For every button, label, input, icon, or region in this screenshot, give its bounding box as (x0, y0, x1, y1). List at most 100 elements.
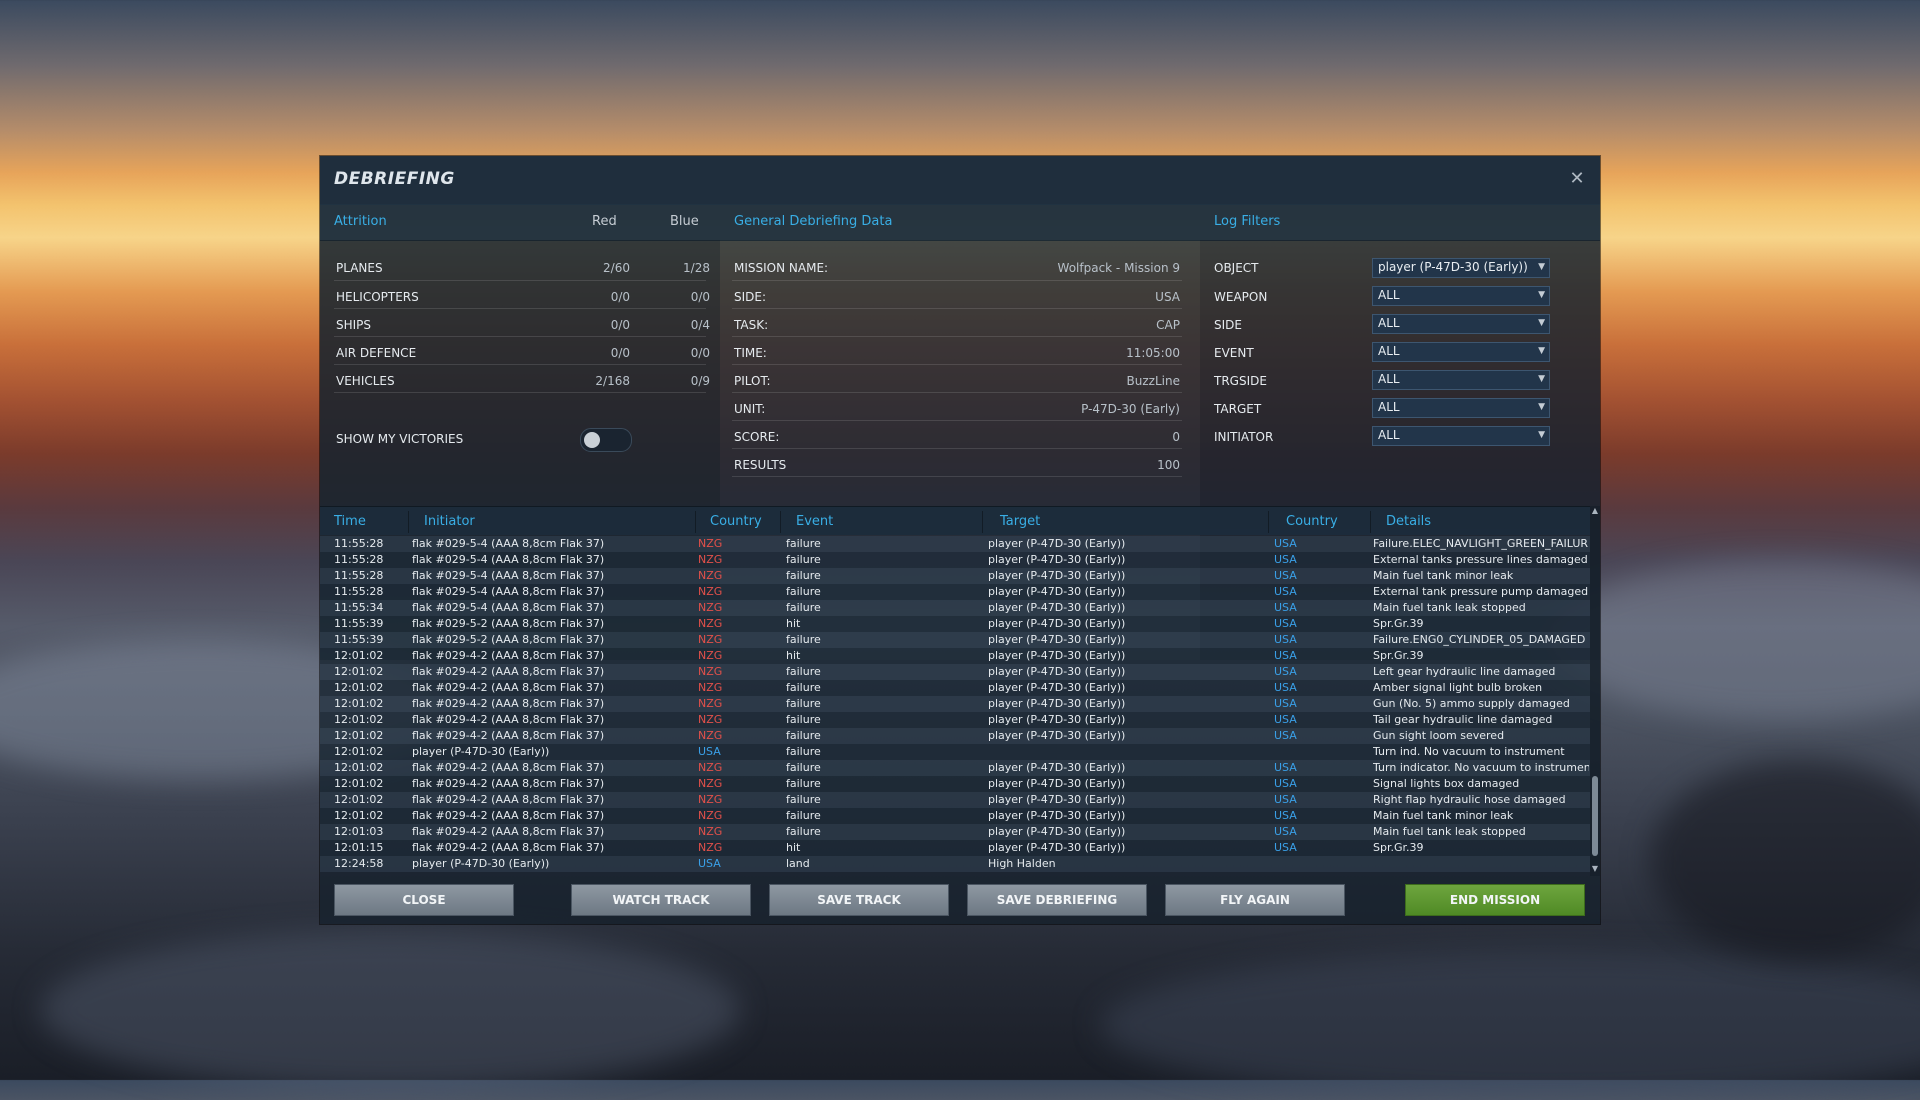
attrition-blue-value: 0/4 (690, 318, 710, 332)
column-header-country[interactable]: Country (710, 514, 762, 529)
filter-target-select[interactable]: ALL ▼ (1372, 398, 1550, 418)
cell-target-country: USA (1274, 841, 1297, 854)
cell-target: player (P-47D-30 (Early)) (988, 537, 1126, 550)
general-title: General Debriefing Data (734, 214, 893, 229)
cell-details: Signal lights box damaged (1373, 777, 1520, 790)
table-row[interactable]: 12:01:02 flak #029-4-2 (AAA 8,8cm Flak 3… (320, 712, 1590, 728)
table-row[interactable]: 11:55:34 flak #029-5-4 (AAA 8,8cm Flak 3… (320, 600, 1590, 616)
cell-target: player (P-47D-30 (Early)) (988, 729, 1126, 742)
cell-country: NZG (698, 681, 723, 694)
cell-target: player (P-47D-30 (Early)) (988, 633, 1126, 646)
column-header-time[interactable]: Time (334, 514, 366, 529)
filter-weapon-select[interactable]: ALL ▼ (1372, 286, 1550, 306)
cell-initiator: flak #029-5-4 (AAA 8,8cm Flak 37) (412, 553, 605, 566)
column-header-event[interactable]: Event (796, 514, 833, 529)
filter-label-target: TARGET (1214, 402, 1262, 416)
table-row[interactable]: 12:01:02 flak #029-4-2 (AAA 8,8cm Flak 3… (320, 760, 1590, 776)
cell-event: failure (786, 601, 821, 614)
table-row[interactable]: 12:01:02 player (P-47D-30 (Early)) USA f… (320, 744, 1590, 760)
cell-country: USA (698, 857, 721, 870)
table-row[interactable]: 12:01:02 flak #029-4-2 (AAA 8,8cm Flak 3… (320, 808, 1590, 824)
table-row[interactable]: 12:01:02 flak #029-4-2 (AAA 8,8cm Flak 3… (320, 664, 1590, 680)
table-row[interactable]: 12:01:02 flak #029-4-2 (AAA 8,8cm Flak 3… (320, 776, 1590, 792)
chevron-down-icon: ▼ (1538, 374, 1545, 384)
attrition-label: HELICOPTERS (336, 290, 419, 304)
filter-side-select[interactable]: ALL ▼ (1372, 314, 1550, 334)
table-row[interactable]: 12:01:02 flak #029-4-2 (AAA 8,8cm Flak 3… (320, 680, 1590, 696)
column-header-target[interactable]: Target (1000, 514, 1040, 529)
end-mission-button[interactable]: END MISSION (1405, 884, 1585, 916)
table-row[interactable]: 11:55:28 flak #029-5-4 (AAA 8,8cm Flak 3… (320, 584, 1590, 600)
table-row[interactable]: 12:01:02 flak #029-4-2 (AAA 8,8cm Flak 3… (320, 696, 1590, 712)
cell-event: failure (786, 633, 821, 646)
cell-target: player (P-47D-30 (Early)) (988, 697, 1126, 710)
filter-trgside-select[interactable]: ALL ▼ (1372, 370, 1550, 390)
attrition-label: PLANES (336, 261, 383, 275)
cell-time: 12:01:15 (334, 841, 384, 854)
filter-initiator-select[interactable]: ALL ▼ (1372, 426, 1550, 446)
filter-selected-value: ALL (1378, 288, 1400, 302)
attrition-blue-value: 0/0 (690, 346, 710, 360)
cell-details: Amber signal light bulb broken (1373, 681, 1543, 694)
cell-country: NZG (698, 809, 723, 822)
watch-track-button[interactable]: WATCH TRACK (571, 884, 751, 916)
cell-target-country: USA (1274, 585, 1297, 598)
save-debriefing-button[interactable]: SAVE DEBRIEFING (967, 884, 1147, 916)
cell-time: 12:01:02 (334, 713, 384, 726)
table-row[interactable]: 12:01:02 flak #029-4-2 (AAA 8,8cm Flak 3… (320, 792, 1590, 808)
cell-target: player (P-47D-30 (Early)) (988, 825, 1126, 838)
scroll-thumb[interactable] (1592, 776, 1598, 856)
scroll-down-icon[interactable]: ▼ (1590, 864, 1600, 874)
filter-object-select[interactable]: player (P-47D-30 (Early)) ▼ (1372, 258, 1550, 278)
cell-target-country: USA (1274, 809, 1297, 822)
table-row[interactable]: 11:55:28 flak #029-5-4 (AAA 8,8cm Flak 3… (320, 552, 1590, 568)
table-row[interactable]: 11:55:28 flak #029-5-4 (AAA 8,8cm Flak 3… (320, 568, 1590, 584)
cell-target: player (P-47D-30 (Early)) (988, 569, 1126, 582)
column-header-target-country[interactable]: Country (1286, 514, 1338, 529)
cell-target: player (P-47D-30 (Early)) (988, 617, 1126, 630)
column-header-initiator[interactable]: Initiator (424, 514, 475, 529)
cell-initiator: flak #029-4-2 (AAA 8,8cm Flak 37) (412, 713, 605, 726)
table-row[interactable]: 11:55:28 flak #029-5-4 (AAA 8,8cm Flak 3… (320, 536, 1590, 552)
show-victories-toggle[interactable] (580, 428, 632, 452)
close-icon[interactable]: ✕ (1566, 168, 1588, 190)
cell-event: failure (786, 537, 821, 550)
save-track-button[interactable]: SAVE TRACK (769, 884, 949, 916)
table-row[interactable]: 12:01:02 flak #029-4-2 (AAA 8,8cm Flak 3… (320, 728, 1590, 744)
attrition-red-value: 2/60 (603, 261, 630, 275)
scroll-up-icon[interactable]: ▲ (1590, 506, 1600, 516)
table-row[interactable]: 12:01:03 flak #029-4-2 (AAA 8,8cm Flak 3… (320, 824, 1590, 840)
cell-target-country: USA (1274, 633, 1297, 646)
table-row[interactable]: 12:01:02 flak #029-4-2 (AAA 8,8cm Flak 3… (320, 648, 1590, 664)
attrition-blue-value: 0/9 (690, 374, 710, 388)
log-scrollbar[interactable]: ▲ ▼ (1590, 506, 1600, 876)
cell-target-country: USA (1274, 569, 1297, 582)
cell-event: failure (786, 825, 821, 838)
cell-country: NZG (698, 569, 723, 582)
cell-event: failure (786, 713, 821, 726)
log-filters-header: Log Filters (1200, 204, 1600, 241)
debriefing-dialog: DEBRIEFING ✕ Attrition Red Blue General … (320, 156, 1600, 924)
toggle-knob (584, 432, 600, 448)
fly-again-button[interactable]: FLY AGAIN (1165, 884, 1345, 916)
table-row[interactable]: 11:55:39 flak #029-5-2 (AAA 8,8cm Flak 3… (320, 632, 1590, 648)
cell-target: player (P-47D-30 (Early)) (988, 713, 1126, 726)
cell-target-country: USA (1274, 601, 1297, 614)
filter-event-select[interactable]: ALL ▼ (1372, 342, 1550, 362)
table-row[interactable]: 11:55:39 flak #029-5-2 (AAA 8,8cm Flak 3… (320, 616, 1590, 632)
cell-initiator: flak #029-4-2 (AAA 8,8cm Flak 37) (412, 729, 605, 742)
table-row[interactable]: 12:01:15 flak #029-4-2 (AAA 8,8cm Flak 3… (320, 840, 1590, 856)
column-header-details[interactable]: Details (1386, 514, 1431, 529)
general-value: 100 (1157, 458, 1180, 472)
cell-initiator: flak #029-4-2 (AAA 8,8cm Flak 37) (412, 841, 605, 854)
filter-selected-value: ALL (1378, 400, 1400, 414)
close-button[interactable]: CLOSE (334, 884, 514, 916)
cell-event: failure (786, 585, 821, 598)
cell-target: player (P-47D-30 (Early)) (988, 665, 1126, 678)
log-table-header: Time Initiator Country Event Target Coun… (320, 506, 1590, 535)
cell-initiator: flak #029-5-4 (AAA 8,8cm Flak 37) (412, 585, 605, 598)
general-label: SCORE: (734, 430, 780, 444)
attrition-blue-value: 1/28 (683, 261, 710, 275)
cell-time: 12:01:02 (334, 761, 384, 774)
table-row[interactable]: 12:24:58 player (P-47D-30 (Early)) USA l… (320, 856, 1590, 872)
